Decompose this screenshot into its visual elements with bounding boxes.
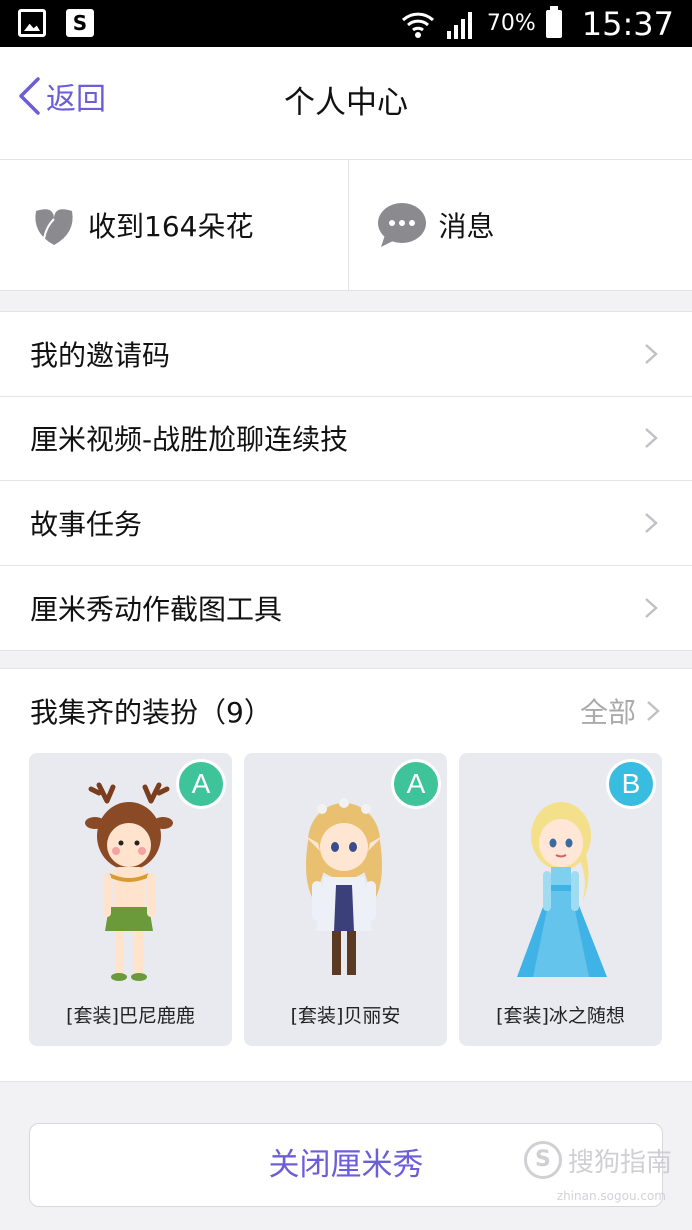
messages-label: 消息 (438, 210, 495, 243)
outfits-section: 我集齐的装扮（9） 全部 A [套装]巴尼鹿鹿 A [套装]贝丽安 B [套装]… (0, 668, 692, 1082)
watermark: S 搜狗指南 (523, 1141, 672, 1179)
battery-icon (545, 5, 562, 38)
menu-item-label: 厘米视频-战胜尬聊连续技 (30, 423, 349, 457)
chevron-right-icon (647, 701, 660, 721)
menu-item-invite-code[interactable]: 我的邀请码 (0, 312, 692, 397)
ice-princess-avatar-image (517, 802, 607, 977)
messages-button[interactable]: 消息 (347, 160, 692, 290)
outfit-card-ice[interactable]: B [套装]冰之随想 (459, 753, 662, 1046)
menu-item-story-tasks[interactable]: 故事任务 (0, 481, 692, 566)
chevron-right-icon (645, 343, 658, 364)
s-app-icon: S (66, 9, 94, 37)
watermark-url: zhinan.sogou.com (556, 1189, 666, 1203)
status-bar: S 70% 15:37 (0, 0, 692, 47)
menu-item-video[interactable]: 厘米视频-战胜尬聊连续技 (0, 397, 692, 481)
nav-header: 返回 个人中心 (0, 47, 692, 160)
clock: 15:37 (581, 4, 674, 43)
chevron-right-icon (645, 428, 658, 449)
outfits-title: 我集齐的装扮（9） (30, 696, 272, 729)
outfit-card-elf[interactable]: A [套装]贝丽安 (244, 753, 447, 1046)
view-all-label: 全部 (579, 696, 636, 729)
outfit-name: [套装]贝丽安 (290, 1005, 401, 1027)
menu-item-label: 故事任务 (30, 507, 143, 541)
chat-bubble-icon (377, 203, 426, 247)
flowers-label: 收到164朵花 (88, 210, 254, 243)
deer-avatar-image (85, 782, 173, 981)
signal-icon (446, 11, 472, 39)
sogou-logo-icon: S (523, 1141, 562, 1179)
menu-item-label: 厘米秀动作截图工具 (30, 592, 283, 626)
stats-row: 收到164朵花 消息 (0, 160, 692, 291)
menu-item-screenshot-tool[interactable]: 厘米秀动作截图工具 (0, 566, 692, 651)
menu-list: 我的邀请码 厘米视频-战胜尬聊连续技 故事任务 厘米秀动作截图工具 (0, 311, 692, 651)
page-title: 个人中心 (284, 85, 408, 121)
flowers-button[interactable]: 收到164朵花 (0, 160, 348, 290)
watermark-text: 搜狗指南 (567, 1147, 672, 1178)
elf-avatar-image (304, 798, 384, 975)
chevron-right-icon (645, 512, 658, 533)
battery-percent: 70% (486, 11, 536, 36)
chevron-right-icon (645, 597, 658, 618)
outfit-card-deer[interactable]: A [套装]巴尼鹿鹿 (29, 753, 232, 1046)
wifi-icon (401, 12, 434, 38)
footer-area: 关闭厘米秀 S 搜狗指南 zhinan.sogou.com (0, 1083, 692, 1230)
gallery-icon (18, 9, 46, 37)
menu-item-label: 我的邀请码 (30, 338, 171, 372)
outfit-name: [套装]巴尼鹿鹿 (66, 1005, 195, 1027)
flower-icon (35, 209, 73, 245)
outfit-name: [套装]冰之随想 (496, 1005, 625, 1027)
view-all-link[interactable]: 全部 (580, 691, 664, 731)
